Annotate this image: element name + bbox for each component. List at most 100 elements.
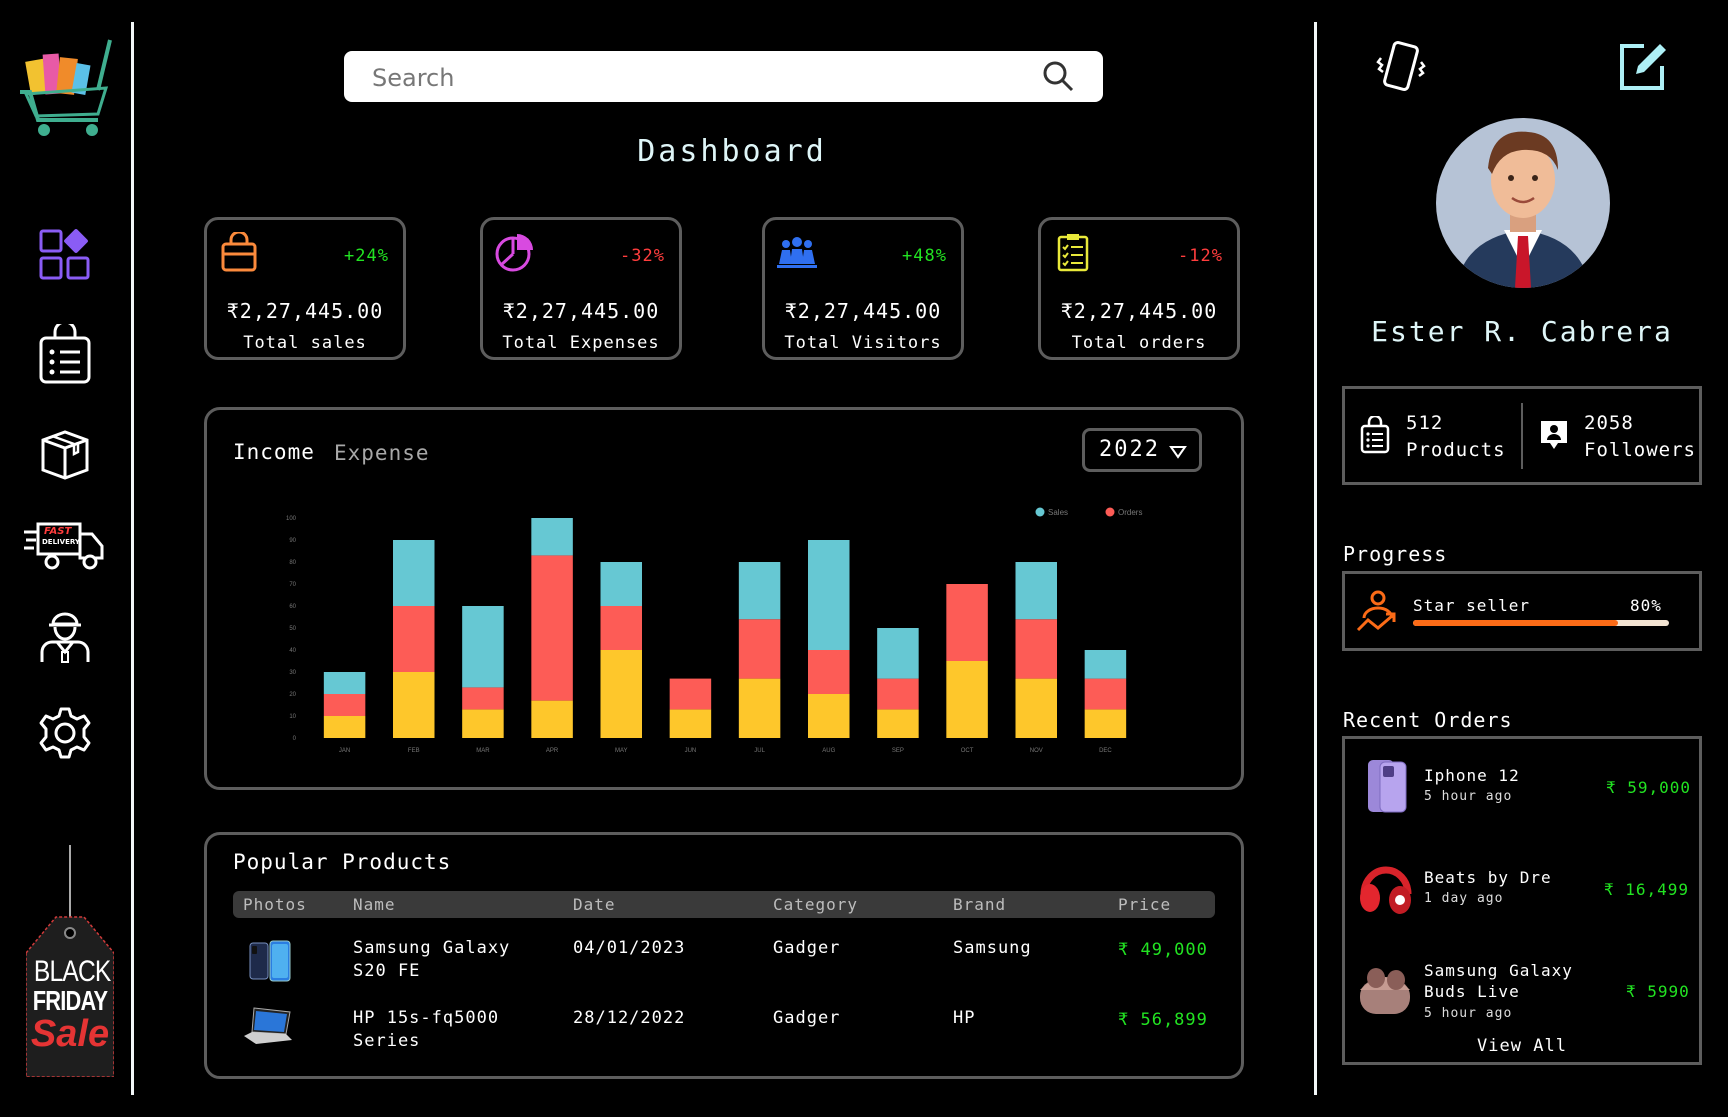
bar-segment xyxy=(531,555,573,701)
visitors-icon xyxy=(777,237,817,268)
shopping-bag-icon xyxy=(221,232,257,272)
bar-segment xyxy=(1084,709,1127,738)
clipboard-icon xyxy=(1057,234,1089,272)
product-category: Gadger xyxy=(773,938,841,958)
sidebar-item-dashboard[interactable] xyxy=(38,228,92,282)
bar-segment xyxy=(738,562,781,620)
product-name: Samsung Galaxy S20 FE xyxy=(353,937,510,983)
shopping-list-icon xyxy=(39,324,91,384)
bar-segment xyxy=(877,628,919,679)
y-tick-label: 50 xyxy=(289,626,296,632)
tab-expense[interactable]: Expense xyxy=(334,441,430,465)
order-time: 5 hour ago xyxy=(1424,789,1513,804)
edit-icon[interactable] xyxy=(1616,40,1670,94)
product-date: 04/01/2023 xyxy=(573,938,686,958)
promo-line-black: BLACK xyxy=(33,955,111,988)
sidebar-item-delivery[interactable]: FAST DELIVERY xyxy=(24,522,106,570)
bar-segment xyxy=(462,606,504,688)
settings-icon xyxy=(39,707,91,759)
progress-title: Progress xyxy=(1343,542,1448,566)
sidebar-item-orders[interactable] xyxy=(38,324,92,384)
stat-card-sales[interactable]: +24% ₹2,27,445.00 Total sales xyxy=(204,217,406,360)
delivery-man-icon xyxy=(40,612,90,663)
avatar[interactable] xyxy=(1436,118,1610,288)
bar-segment xyxy=(946,584,988,661)
y-tick-label: 100 xyxy=(286,516,297,522)
avatar-illustration xyxy=(1456,131,1590,288)
progress-label: Star seller xyxy=(1413,596,1530,615)
product-name-line2: Series xyxy=(353,1031,421,1051)
page-title: Dashboard xyxy=(637,134,827,169)
bar-segment xyxy=(323,672,366,694)
star-seller-icon xyxy=(1356,590,1396,632)
order-name-line1: Samsung Galaxy xyxy=(1424,961,1573,980)
product-name-line2: S20 FE xyxy=(353,961,421,981)
stat-change: -32% xyxy=(620,246,665,266)
year-select[interactable]: 2022 xyxy=(1082,428,1202,472)
order-price: ₹ 16,499 xyxy=(1604,880,1690,899)
col-category: Category xyxy=(773,895,859,914)
popular-products-title: Popular Products xyxy=(233,850,452,874)
bar-segment xyxy=(531,518,573,556)
order-time: 5 hour ago xyxy=(1424,1006,1513,1021)
product-price: ₹ 49,000 xyxy=(1118,940,1208,960)
stat-card-visitors[interactable]: +48% ₹2,27,445.00 Total Visitors xyxy=(762,217,964,360)
y-tick-label: 20 xyxy=(289,692,296,698)
legend-label: Sales xyxy=(1048,508,1068,517)
legend-marker xyxy=(1035,507,1045,517)
progress-track xyxy=(1413,620,1669,626)
pie-chart-icon xyxy=(495,234,533,272)
stat-amount: ₹2,27,445.00 xyxy=(1060,299,1218,323)
stat-card-expenses[interactable]: -32% ₹2,27,445.00 Total Expenses xyxy=(480,217,682,360)
stat-change: +24% xyxy=(344,246,389,266)
search-bar[interactable] xyxy=(344,51,1103,104)
products-label: Products xyxy=(1406,439,1506,461)
bar-segment xyxy=(1015,678,1057,738)
bar-segment xyxy=(393,606,435,672)
profile-name: Ester R. Cabrera xyxy=(1371,315,1673,348)
x-tick-label: JUL xyxy=(754,748,765,754)
sidebar-item-staff[interactable] xyxy=(38,610,92,664)
bar-segment xyxy=(808,540,850,650)
legend-label: Orders xyxy=(1118,508,1142,517)
legend-marker xyxy=(1105,507,1115,517)
y-tick-label: 60 xyxy=(289,604,296,610)
stat-amount: ₹2,27,445.00 xyxy=(502,299,660,323)
phone-vibrate-icon[interactable] xyxy=(1375,40,1427,94)
stat-change: -12% xyxy=(1178,246,1223,266)
stat-label: Total Visitors xyxy=(784,333,942,353)
bar-segment xyxy=(669,709,712,738)
view-all-link[interactable]: View All xyxy=(1342,1036,1702,1056)
stat-amount: ₹2,27,445.00 xyxy=(784,299,942,323)
bar-segment xyxy=(600,562,642,606)
bar-segment xyxy=(1015,619,1057,679)
phone-photo xyxy=(249,940,291,982)
stat-label: Total Expenses xyxy=(502,333,660,353)
box-icon xyxy=(41,430,89,480)
bar-segment xyxy=(946,661,988,738)
shopping-cart-logo-icon xyxy=(20,39,112,136)
black-friday-promo[interactable]: BLACK FRIDAY Sale xyxy=(26,845,114,1077)
sidebar-item-products[interactable] xyxy=(38,426,92,480)
tab-income[interactable]: Income xyxy=(233,440,315,464)
search-input[interactable] xyxy=(370,51,1014,104)
search-icon[interactable] xyxy=(1041,59,1075,93)
income-chart: 0 10 20 30 40 50 60 70 80 90 100 JAN FEB MAR APR MAY JUN… xyxy=(286,507,1142,754)
x-tick-label: APR xyxy=(546,748,559,754)
product-category: Gadger xyxy=(773,1008,841,1028)
bar-segment xyxy=(1084,650,1127,679)
progress-percent: 80% xyxy=(1630,596,1662,615)
followers-count: 2058 xyxy=(1584,412,1634,434)
stats-divider xyxy=(1521,403,1523,469)
order-price: ₹ 5990 xyxy=(1626,982,1690,1001)
left-divider xyxy=(131,22,134,1095)
delivery-badge: DELIVERY xyxy=(42,538,80,546)
progress-fill xyxy=(1413,620,1618,626)
laptop-photo xyxy=(244,1007,292,1044)
logo[interactable] xyxy=(18,34,116,138)
sidebar-item-settings[interactable] xyxy=(38,706,92,760)
stat-card-orders[interactable]: -12% ₹2,27,445.00 Total orders xyxy=(1038,217,1240,360)
stat-label: Total orders xyxy=(1071,333,1207,353)
y-tick-label: 0 xyxy=(293,736,297,742)
shopping-bag-outline-icon xyxy=(1360,416,1390,454)
